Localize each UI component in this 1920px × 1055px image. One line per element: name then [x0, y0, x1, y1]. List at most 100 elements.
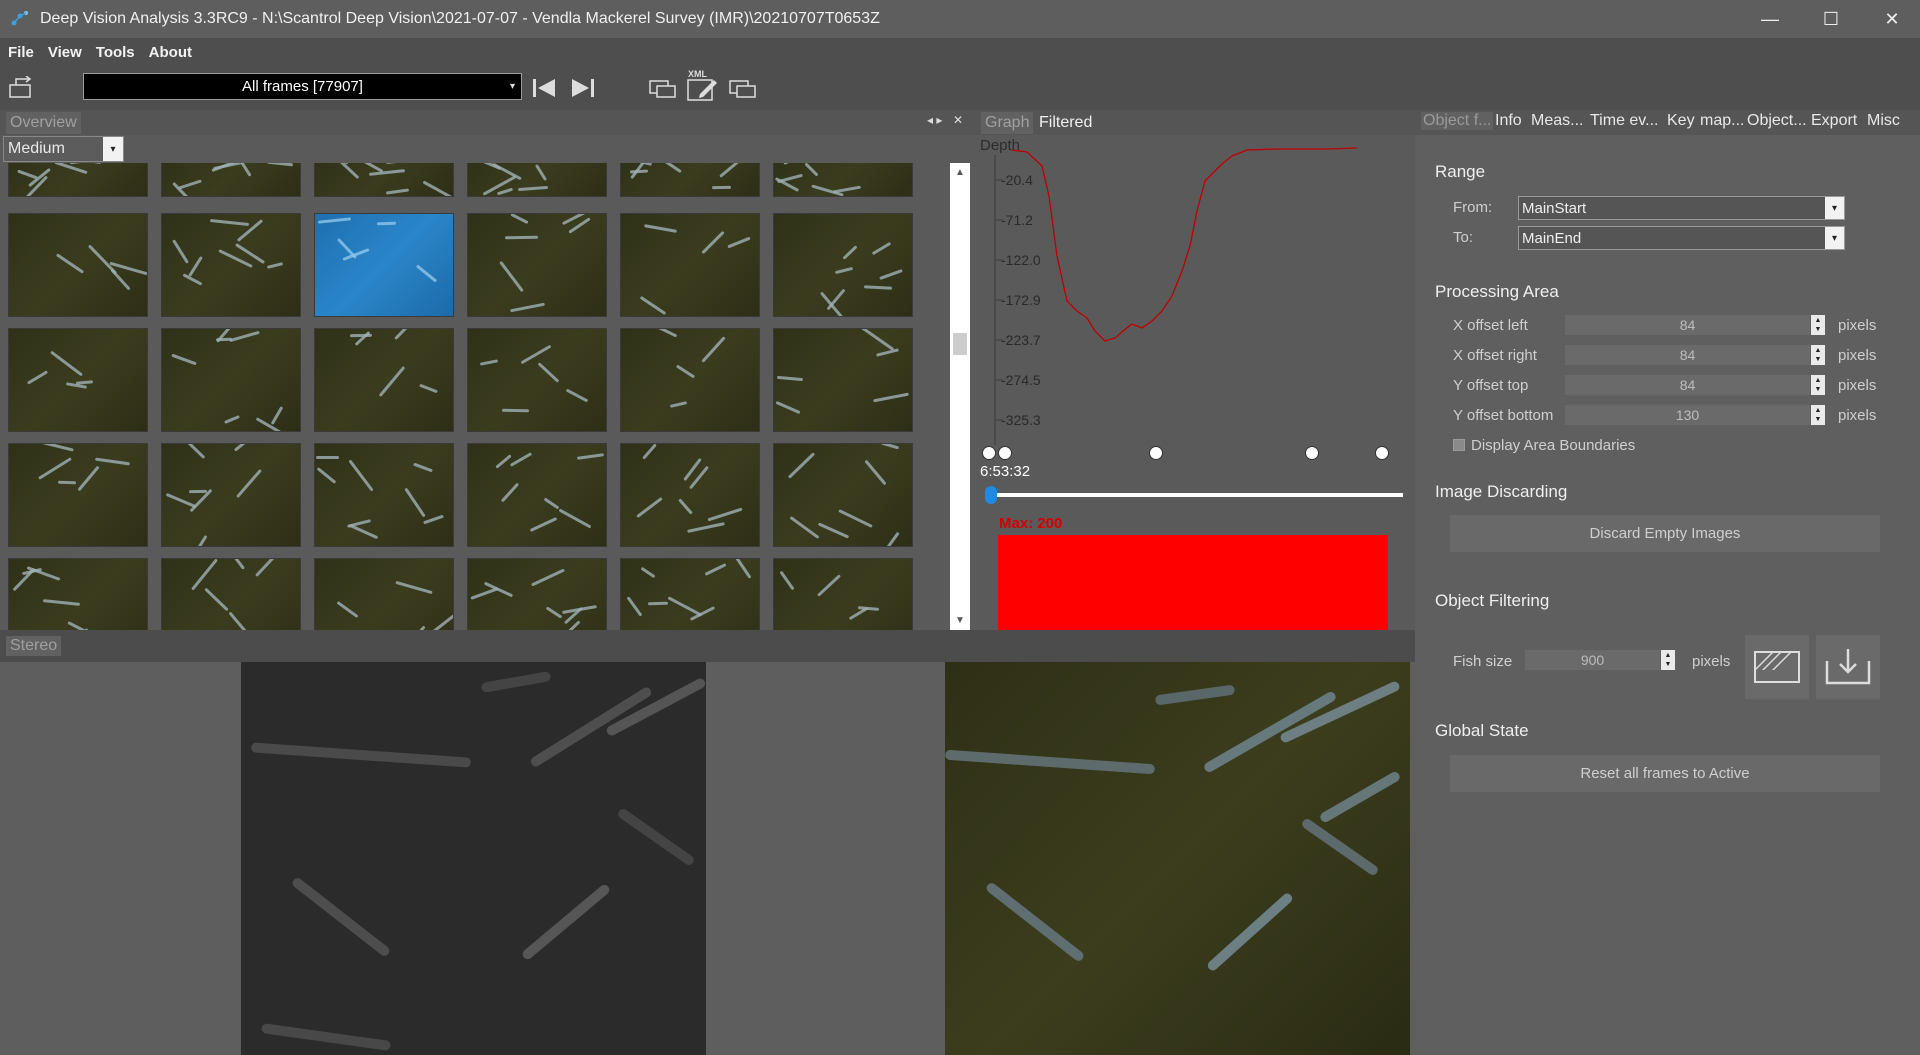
frame-thumbnail[interactable]: [8, 328, 148, 432]
tab-object-filter[interactable]: Object f...: [1421, 112, 1494, 130]
fish-shape: [879, 268, 903, 281]
frame-thumbnail[interactable]: [8, 163, 148, 197]
frame-thumbnail[interactable]: [467, 443, 607, 547]
frame-thumbnail[interactable]: [620, 558, 760, 630]
close-button[interactable]: ✕: [1864, 0, 1920, 38]
window-sync-icon[interactable]: [648, 78, 678, 105]
scroll-down-icon[interactable]: ▼: [955, 615, 965, 626]
tab-graph[interactable]: Graph: [981, 112, 1034, 134]
frame-thumbnail[interactable]: [161, 443, 301, 547]
frame-thumbnail[interactable]: [620, 213, 760, 317]
frame-thumbnail[interactable]: [773, 163, 913, 197]
apply-filter-button[interactable]: [1816, 635, 1880, 699]
frame-thumbnail[interactable]: [314, 163, 454, 197]
time-slider-handle[interactable]: [985, 486, 997, 504]
frame-thumbnail[interactable]: [467, 558, 607, 630]
frame-thumbnail[interactable]: [161, 328, 301, 432]
maximize-button[interactable]: ☐: [1803, 0, 1859, 38]
tab-info[interactable]: Info: [1495, 112, 1522, 130]
skip-first-icon[interactable]: [531, 76, 557, 105]
fish-shape: [495, 454, 512, 469]
frame-thumbnail[interactable]: [8, 558, 148, 630]
frame-thumbnail[interactable]: [620, 328, 760, 432]
tab-export[interactable]: Export: [1811, 112, 1857, 130]
thumbnail-size-select[interactable]: Medium ▾: [3, 136, 124, 162]
tab-overview[interactable]: Overview: [6, 112, 81, 134]
export-icon[interactable]: [8, 75, 36, 105]
frame-thumbnail[interactable]: [773, 558, 913, 630]
frame-thumbnail[interactable]: [161, 163, 301, 197]
menu-about[interactable]: About: [149, 44, 192, 61]
x-offset-right-field[interactable]: 84: [1565, 345, 1810, 365]
stereo-left-image: [241, 662, 706, 1055]
menu-tools[interactable]: Tools: [96, 44, 135, 61]
tab-objects[interactable]: Object...: [1747, 112, 1807, 130]
frame-thumbnail[interactable]: [467, 163, 607, 197]
range-marker[interactable]: [1305, 446, 1319, 460]
fish-shape: [626, 596, 643, 617]
y-offset-bottom-stepper[interactable]: ▲ ▼: [1811, 405, 1825, 425]
reset-frames-button[interactable]: Reset all frames to Active: [1450, 755, 1880, 792]
minimize-button[interactable]: —: [1742, 0, 1798, 38]
range-marker[interactable]: [1375, 446, 1389, 460]
frames-select[interactable]: All frames [77907] ▾: [83, 73, 522, 100]
frame-thumbnail[interactable]: [620, 163, 760, 197]
frame-thumbnail[interactable]: [314, 558, 454, 630]
scroll-thumb[interactable]: [953, 333, 967, 355]
tab-map[interactable]: map...: [1700, 112, 1744, 130]
tab-misc[interactable]: Misc: [1867, 112, 1900, 130]
to-select[interactable]: MainEnd ▾: [1518, 226, 1845, 250]
frame-thumbnail[interactable]: [8, 443, 148, 547]
tab-time-events[interactable]: Time ev...: [1590, 112, 1658, 130]
fish-shape: [520, 344, 552, 365]
frame-thumbnail[interactable]: [773, 443, 913, 547]
tab-measurements[interactable]: Meas...: [1531, 112, 1583, 130]
fish-size-field[interactable]: 900: [1525, 650, 1660, 670]
chevron-down-icon: ▾: [103, 137, 123, 161]
x-offset-right-stepper[interactable]: ▲ ▼: [1811, 345, 1825, 365]
x-offset-left-stepper[interactable]: ▲ ▼: [1811, 315, 1825, 335]
scroll-up-icon[interactable]: ▲: [955, 167, 965, 178]
tab-key[interactable]: Key: [1667, 112, 1695, 130]
x-offset-left-field[interactable]: 84: [1565, 315, 1810, 335]
tab-stereo[interactable]: Stereo: [6, 636, 62, 656]
frame-thumbnail[interactable]: [314, 213, 454, 317]
y-offset-top-field[interactable]: 84: [1565, 375, 1810, 395]
frame-thumbnail[interactable]: [467, 328, 607, 432]
menu-file[interactable]: File: [8, 44, 34, 61]
range-marker[interactable]: [1149, 446, 1163, 460]
area-filter-button[interactable]: [1745, 635, 1809, 699]
toolbar: All frames [77907] ▾ XML: [0, 66, 1920, 110]
frame-thumbnail[interactable]: [314, 443, 454, 547]
fish-size-stepper[interactable]: ▲ ▼: [1661, 650, 1675, 670]
range-marker[interactable]: [998, 446, 1012, 460]
frame-thumbnail[interactable]: [314, 328, 454, 432]
frame-thumbnail[interactable]: [161, 213, 301, 317]
window-toggle-icon[interactable]: [728, 78, 758, 105]
fish-shape: [94, 457, 131, 466]
display-boundaries-checkbox[interactable]: [1453, 439, 1465, 451]
frame-thumbnail[interactable]: [467, 213, 607, 317]
skip-last-icon[interactable]: [570, 76, 596, 105]
menu-view[interactable]: View: [48, 44, 82, 61]
fish-shape: [860, 329, 895, 351]
panel-scroll-icon[interactable]: ◂ ▸: [927, 113, 942, 127]
y-offset-top-stepper[interactable]: ▲ ▼: [1811, 375, 1825, 395]
xml-edit-icon[interactable]: XML: [686, 68, 720, 109]
frame-thumbnail[interactable]: [620, 443, 760, 547]
fish-shape: [838, 509, 873, 528]
fish-shape: [255, 559, 275, 578]
frame-thumbnail[interactable]: [773, 213, 913, 317]
ytick-label: -122.0: [1001, 252, 1041, 268]
y-offset-bottom-field[interactable]: 130: [1565, 405, 1810, 425]
range-marker[interactable]: [982, 446, 996, 460]
discard-empty-images-button[interactable]: Discard Empty Images: [1450, 515, 1880, 552]
frame-thumbnail[interactable]: [8, 213, 148, 317]
from-select[interactable]: MainStart ▾: [1518, 196, 1845, 220]
tab-filtered[interactable]: Filtered: [1035, 112, 1096, 134]
frame-thumbnail[interactable]: [773, 328, 913, 432]
time-slider[interactable]: [990, 493, 1403, 497]
panel-close-icon[interactable]: ✕: [953, 113, 963, 127]
overview-scrollbar[interactable]: ▲ ▼: [950, 163, 970, 630]
frame-thumbnail[interactable]: [161, 558, 301, 630]
